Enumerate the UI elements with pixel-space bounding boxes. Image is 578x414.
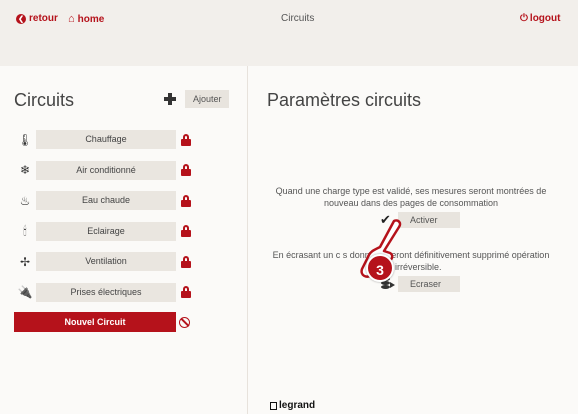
circuit-label: Ventilation	[36, 252, 176, 272]
circuit-label: Eau chaude	[36, 191, 176, 211]
page-title: Circuits	[281, 13, 315, 24]
circuit-item-prises-electriques[interactable]: 🔌 Prises électriques	[14, 282, 224, 302]
settings-heading: Paramètres circuits	[267, 90, 422, 110]
home-label: home	[77, 13, 105, 25]
back-label: retour	[29, 13, 58, 24]
legrand-logo: legrand	[270, 400, 315, 411]
circuit-label: Prises électriques	[36, 282, 176, 302]
circuit-item-ventilation[interactable]: ✢ Ventilation	[14, 252, 224, 272]
lock-icon	[181, 286, 191, 299]
new-circuit-button[interactable]: Nouvel Circuit	[14, 312, 176, 332]
add-label: Ajouter	[185, 90, 229, 108]
fan-icon: ✢	[19, 254, 31, 269]
circuit-item-eau-chaude[interactable]: ♨ Eau chaude	[14, 191, 224, 211]
add-circuit-button[interactable]: Ajouter	[161, 90, 229, 108]
lock-icon	[181, 255, 191, 268]
home-icon: ⌂	[68, 13, 75, 25]
lock-icon	[181, 225, 191, 238]
lock-icon	[181, 164, 191, 177]
snowflake-icon: ❄	[19, 163, 31, 178]
erase-description: En écrasant un c s données seront défini…	[272, 250, 550, 272]
circuits-heading: Circuits	[14, 90, 75, 110]
lock-icon	[181, 133, 191, 146]
legrand-mark-icon	[270, 401, 277, 410]
disabled-icon	[179, 317, 190, 328]
top-bar: ❮ retour ⌂ home Circuits ⏻ logout	[0, 0, 578, 36]
hot-water-icon: ♨	[19, 193, 31, 208]
panel-divider	[247, 66, 248, 414]
step-badge: 3	[366, 254, 394, 282]
power-icon: ⏻	[520, 13, 528, 24]
thermometer-icon: 🌡	[17, 132, 33, 147]
brand-label: legrand	[279, 400, 316, 411]
circuit-label: Air conditionné	[36, 160, 176, 180]
plug-icon: 🔌	[17, 285, 33, 300]
circuit-label: Eclairage	[36, 221, 176, 241]
circuit-label: Chauffage	[36, 130, 176, 149]
lamp-icon: 🕯	[23, 223, 27, 238]
lock-icon	[181, 194, 191, 207]
plus-icon	[161, 90, 179, 108]
circuit-item-eclairage[interactable]: 🕯 Eclairage	[14, 221, 224, 241]
back-link[interactable]: ❮ retour	[16, 13, 58, 24]
circuit-item-chauffage[interactable]: 🌡 Chauffage	[14, 130, 224, 149]
home-link[interactable]: ⌂ home	[68, 13, 104, 25]
back-arrow-icon: ❮	[16, 13, 26, 24]
circuit-list: 🌡 Chauffage ❄ Air conditionné ♨ Eau chau…	[14, 130, 224, 314]
activate-description: Quand une charge type est validé, ses me…	[275, 186, 547, 208]
logout-label: logout	[529, 13, 561, 24]
circuit-item-air-conditionne[interactable]: ❄ Air conditionné	[14, 160, 224, 180]
logout-link[interactable]: ⏻ logout	[520, 13, 560, 24]
